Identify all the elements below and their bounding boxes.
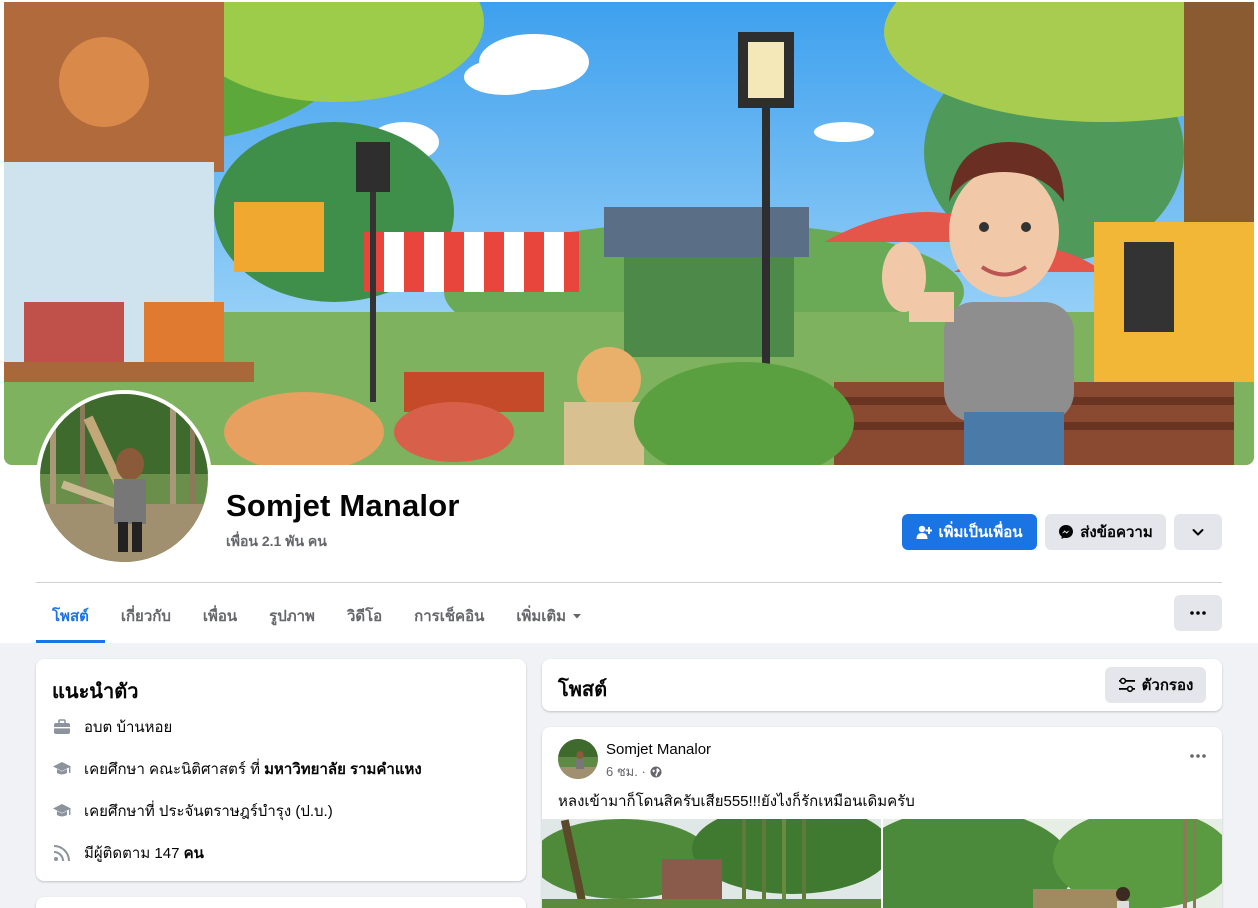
- more-dots-icon: [1190, 611, 1206, 615]
- intro-work[interactable]: อบต บ้านหอย: [84, 715, 172, 739]
- tab-friends-label: เพื่อน: [202, 608, 238, 625]
- education-1-prefix: เคยศึกษา คณะนิติศาสตร์ ที่: [84, 761, 265, 778]
- more-dots-icon: [1190, 754, 1206, 758]
- chevron-down-icon: [1192, 529, 1204, 536]
- add-friend-label: เพิ่มเป็นเพื่อน: [938, 524, 1023, 541]
- briefcase-icon: [54, 719, 70, 734]
- tab-checkins-label: การเช็คอิน: [414, 608, 485, 625]
- add-friend-button[interactable]: เพิ่มเป็นเพื่อน: [902, 514, 1037, 550]
- profile-avatar[interactable]: [36, 390, 212, 566]
- intro-followers-row: มีผู้ติดตาม 147 คน: [52, 841, 204, 865]
- intro-education-2[interactable]: เคยศึกษาที่ ประจันตราษฎร์บำรุง (ป.บ.): [84, 799, 333, 823]
- tabs-options-button[interactable]: [1174, 595, 1222, 631]
- post-card: Somjet Manalor 6 ชม. · หลงเข้ามาก็โดนสิค…: [542, 727, 1222, 908]
- tab-about[interactable]: เกี่ยวกับ: [105, 590, 187, 642]
- posts-header-card: โพสต์ ตัวกรอง: [542, 659, 1222, 711]
- tab-checkins[interactable]: การเช็คอิน: [398, 590, 500, 642]
- intro-work-row: อบต บ้านหอย: [52, 715, 172, 739]
- tab-videos[interactable]: วิดีโอ: [331, 590, 398, 642]
- intro-title: แนะนำตัว: [52, 681, 139, 703]
- tab-photos-label: รูปภาพ: [269, 608, 315, 625]
- message-label: ส่งข้อความ: [1080, 524, 1153, 541]
- post-options-button[interactable]: [1190, 745, 1206, 763]
- tab-more-label: เพิ่มเติม: [516, 608, 567, 625]
- add-person-icon: [916, 525, 933, 539]
- graduation-cap-icon: [53, 804, 71, 817]
- message-button[interactable]: ส่งข้อความ: [1045, 514, 1166, 550]
- intro-card: แนะนำตัว อบต บ้านหอย เคยศึกษา คณะนิติศาส…: [36, 659, 526, 881]
- next-card: [36, 897, 526, 908]
- profile-options-button[interactable]: [1174, 514, 1222, 550]
- globe-icon[interactable]: [650, 766, 662, 778]
- tab-about-label: เกี่ยวกับ: [120, 608, 171, 625]
- messenger-icon: [1059, 525, 1074, 539]
- rss-followers-icon: [53, 845, 70, 862]
- posts-title: โพสต์: [558, 679, 608, 701]
- tab-posts[interactable]: โพสต์: [36, 590, 105, 643]
- post-meta: 6 ชม. ·: [606, 761, 662, 782]
- post-photo-1[interactable]: [542, 819, 881, 908]
- post-author-name[interactable]: Somjet Manalor: [606, 741, 711, 758]
- post-text: หลงเข้ามาก็โดนสิครับเสีย555!!!ยังไงก็รัก…: [558, 793, 915, 810]
- tab-videos-label: วิดีโอ: [346, 608, 383, 625]
- intro-education-row-1: เคยศึกษา คณะนิติศาสตร์ ที่ มหาวิทยาลัย ร…: [52, 757, 422, 781]
- tab-posts-label: โพสต์: [52, 608, 89, 625]
- tab-more[interactable]: เพิ่มเติม: [500, 590, 598, 642]
- intro-followers[interactable]: มีผู้ติดตาม 147 คน: [84, 841, 204, 865]
- post-time[interactable]: 6 ชม. ·: [606, 761, 646, 782]
- filter-sliders-icon: [1118, 677, 1135, 693]
- filter-label: ตัวกรอง: [1141, 677, 1194, 694]
- caret-down-icon: [573, 614, 582, 619]
- tab-friends[interactable]: เพื่อน: [187, 590, 253, 642]
- friends-count[interactable]: เพื่อน 2.1 พัน คน: [226, 531, 327, 553]
- post-photo-2[interactable]: [883, 819, 1222, 908]
- header-divider: [36, 582, 1222, 583]
- intro-education-1: เคยศึกษา คณะนิติศาสตร์ ที่ มหาวิทยาลัย ร…: [84, 757, 422, 781]
- profile-name: Somjet Manalor: [226, 488, 460, 523]
- intro-education-row-2: เคยศึกษาที่ ประจันตราษฎร์บำรุง (ป.บ.): [52, 799, 333, 823]
- graduation-cap-icon: [53, 762, 71, 775]
- education-1-school[interactable]: มหาวิทยาลัย รามคำแหง: [264, 761, 422, 778]
- followers-prefix: มีผู้ติดตาม 147: [84, 845, 184, 862]
- profile-tabs: โพสต์ เกี่ยวกับ เพื่อน รูปภาพ วิดีโอ การ…: [36, 590, 598, 643]
- post-author-avatar[interactable]: [558, 739, 598, 779]
- followers-suffix: คน: [183, 845, 204, 862]
- cover-photo[interactable]: [4, 2, 1254, 465]
- filter-button[interactable]: ตัวกรอง: [1105, 667, 1206, 703]
- tab-photos[interactable]: รูปภาพ: [253, 590, 331, 642]
